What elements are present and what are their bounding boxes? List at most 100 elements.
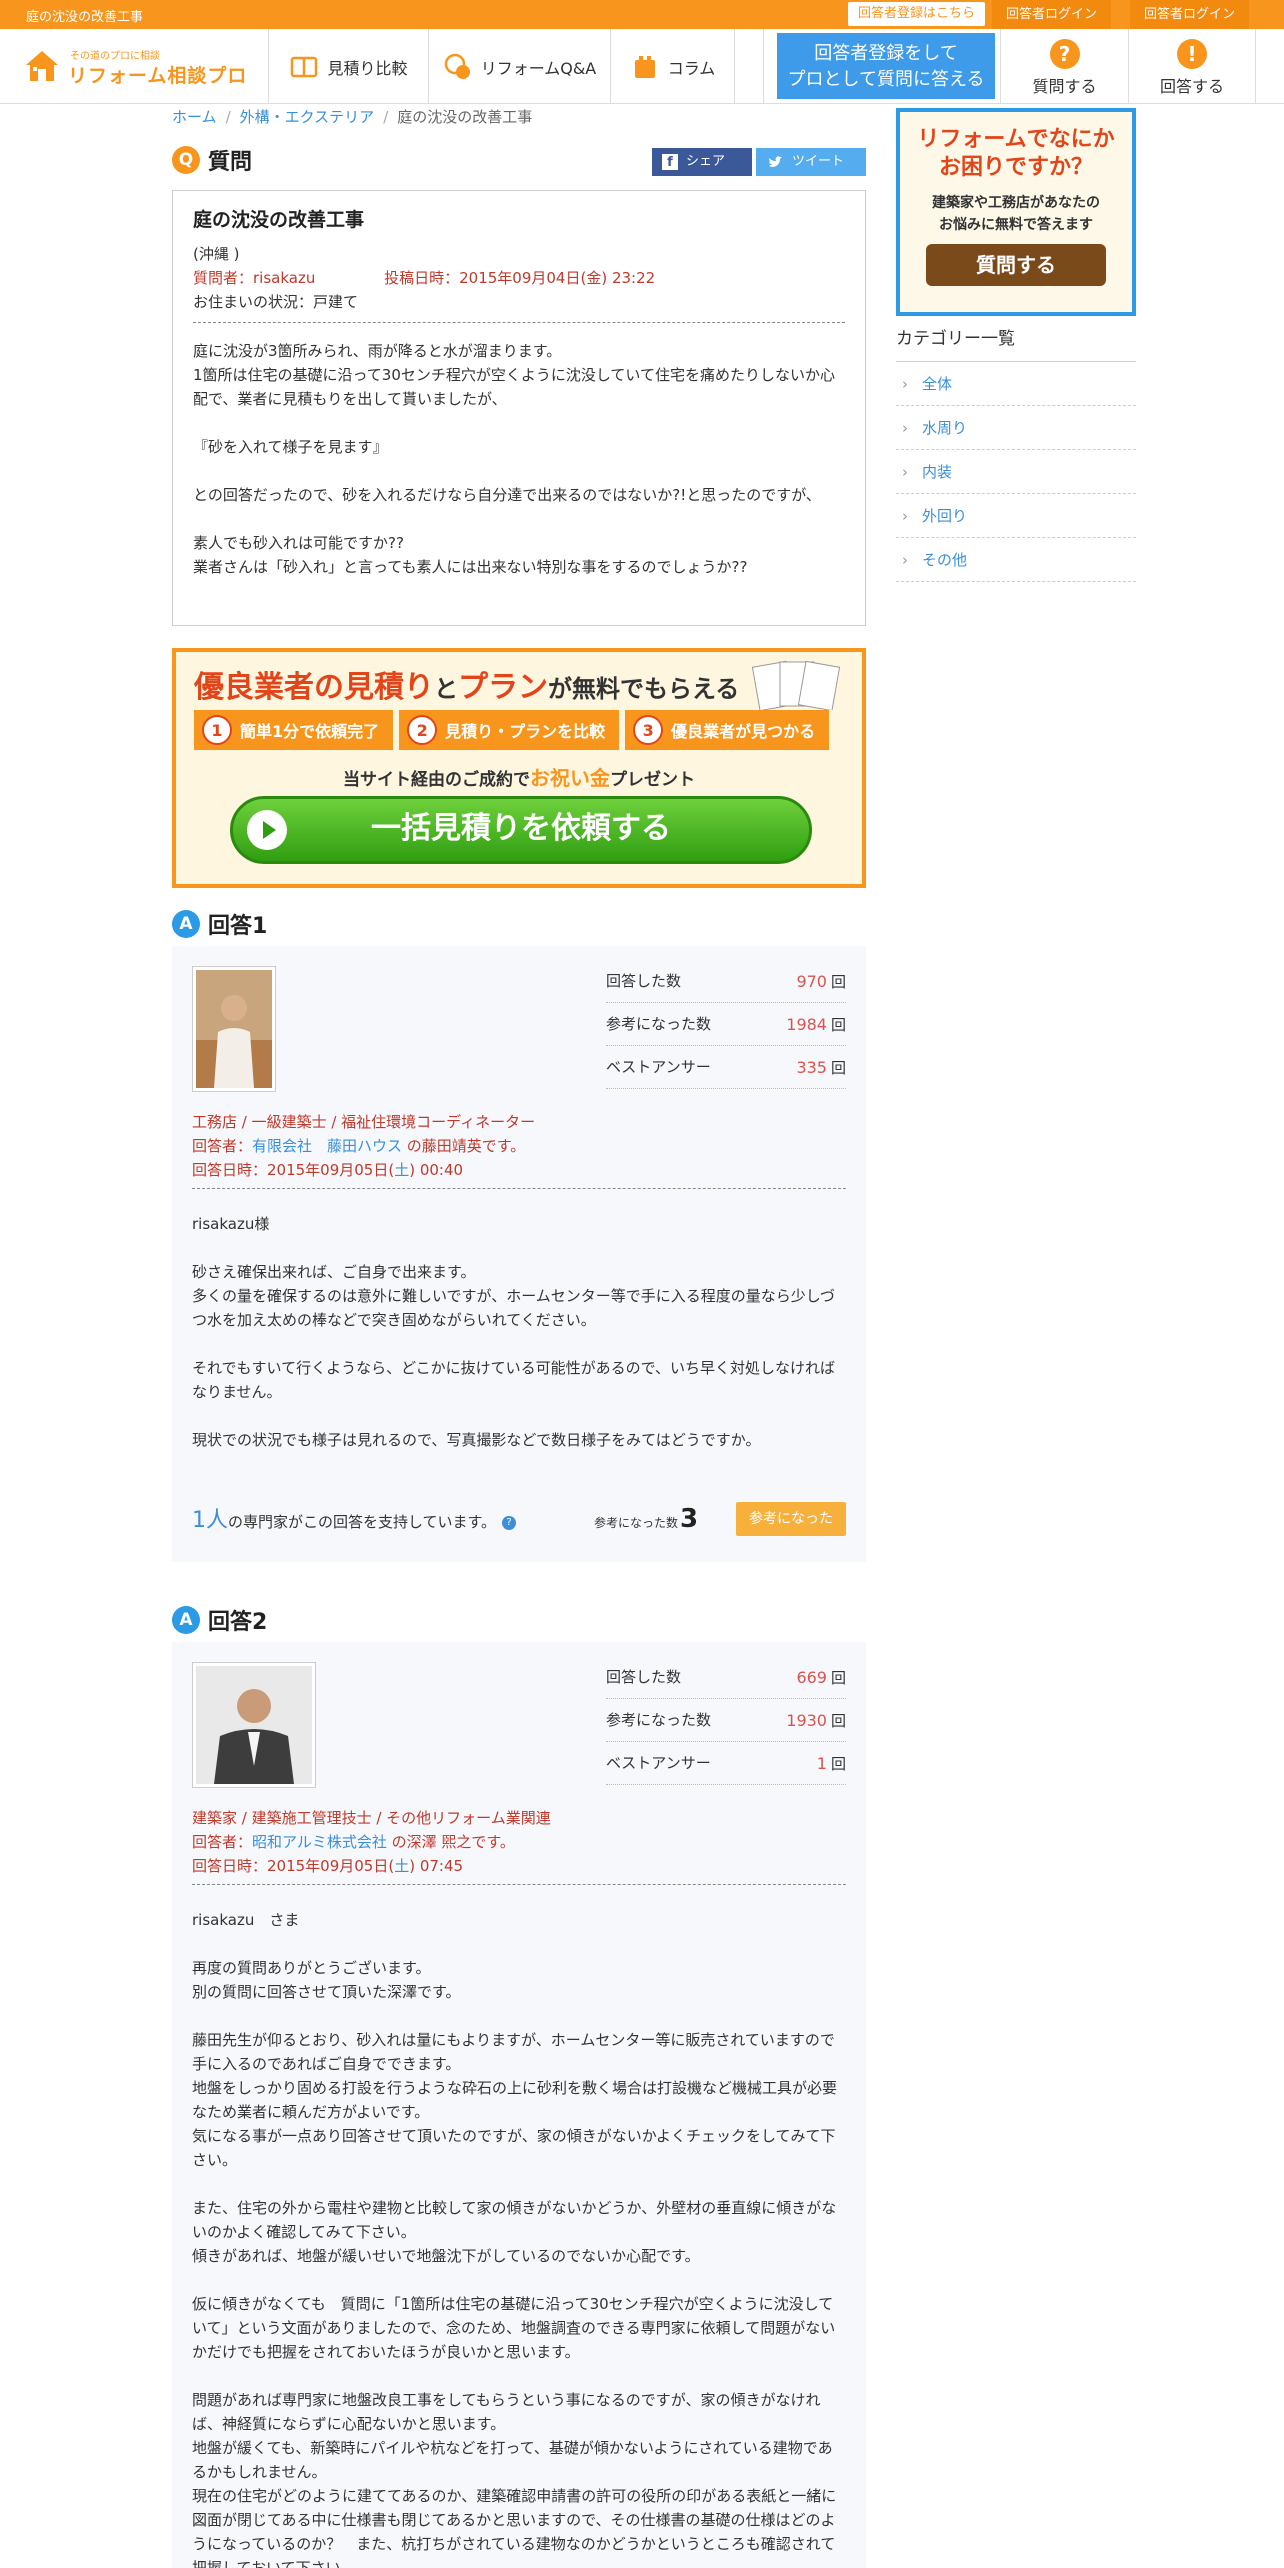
banner-steps: 1 簡単1分で依頼完了 2 見積り・プランを比較 3 優良業者が見つかる xyxy=(194,710,830,750)
answer-1-box: 回答した数 970 回 参考になった数 1984 回 ベストアンサー 335 回 工務店 /… xyxy=(172,946,866,1562)
site-page-title: 庭の沈没の改善工事 xyxy=(26,10,144,25)
answer-1-body: risakazu様 砂さえ確保出来れば、ご自身で出来ます。 多くの量を確保するの… xyxy=(192,1215,836,1449)
cta-line-2: プロとして質問に答える xyxy=(787,69,985,90)
document-stack-icon xyxy=(751,660,841,710)
banner-step-2: 2 見積り・プランを比較 xyxy=(399,710,620,750)
category-item-all[interactable]: 全体 xyxy=(896,362,1136,406)
responder-2-profession: 建築家 / 建築施工管理技士 / その他リフォーム業関連 xyxy=(192,1809,551,1827)
breadcrumb-home[interactable]: ホーム xyxy=(172,108,217,126)
top-bar: 庭の沈没の改善工事 回答者登録はこちら 回答者ログイン 回答者ログイン xyxy=(0,0,1284,29)
ask-question-label: 質問する xyxy=(1032,77,1097,96)
answer-button[interactable]: ! 回答する xyxy=(1128,29,1256,104)
nav-estimate-label: 見積り比較 xyxy=(327,58,408,78)
answer-2-header: A 回答2 xyxy=(172,1604,267,1636)
booklet-icon xyxy=(291,56,318,77)
bulk-estimate-button[interactable]: 一括見積りを依頼する xyxy=(230,796,812,864)
responder-2-company-link[interactable]: 昭和アルミ株式会社 xyxy=(252,1833,387,1851)
question-section-title: 質問 xyxy=(208,150,253,175)
a-badge-icon: A xyxy=(172,910,200,938)
responder-login-link[interactable]: 回答者ログイン xyxy=(992,0,1112,29)
stat-answers: 回答した数 970 回 xyxy=(606,960,846,1003)
responder-2-info: 建築家 / 建築施工管理技士 / その他リフォーム業関連 回答者：昭和アルミ株式… xyxy=(192,1806,846,1885)
sidebar-ask-ad[interactable]: リフォームでなにか お困りですか？ 建築家や工務店があなたの お悩みに無料で答えます… xyxy=(896,108,1136,316)
ask-question-button[interactable]: ? 質問する xyxy=(1000,29,1128,104)
cta-line-1: 回答者登録をして xyxy=(814,43,958,64)
answer-2-title: 回答2 xyxy=(208,1610,268,1635)
banner-gift-text: 当サイト経由のご成約でお祝い金プレゼント xyxy=(343,766,695,790)
question-meta-row: 質問者：risakazu 投稿日時：2015年09月04日(金) 23:22 xyxy=(193,266,845,290)
column-icon xyxy=(634,55,655,78)
nav-divider xyxy=(734,29,764,104)
become-responder-button[interactable]: 回答者登録をして プロとして質問に答える xyxy=(777,33,995,99)
responder-1-stats: 回答した数 970 回 参考になった数 1984 回 ベストアンサー 335 回 xyxy=(606,960,846,1089)
facebook-icon: f xyxy=(662,154,678,170)
estimate-banner[interactable]: 優良業者の見積りとプランが無料でもらえる 1 簡単1分で依頼完了 2 見積り・プラン… xyxy=(172,648,866,888)
answer-1-header: A 回答1 xyxy=(172,908,267,940)
sidebar-ask-button[interactable]: 質問する xyxy=(926,244,1106,286)
responder-portrait-icon xyxy=(196,970,272,1088)
banner-step-1: 1 簡単1分で依頼完了 xyxy=(194,710,394,750)
stat-best-answer: ベストアンサー 335 回 xyxy=(606,1046,846,1089)
register-link[interactable]: 回答者登録はこちら xyxy=(848,2,986,26)
help-icon[interactable]: ? xyxy=(502,1515,517,1530)
divider xyxy=(192,1884,846,1885)
twitter-share-label: ツイート xyxy=(792,154,845,169)
responder-2-photo[interactable] xyxy=(192,1662,316,1788)
divider xyxy=(192,1188,846,1189)
divider xyxy=(193,322,845,323)
qa-icon xyxy=(444,53,470,79)
logo-name: リフォーム相談プロ xyxy=(68,65,248,87)
play-icon xyxy=(247,810,287,850)
stat-helpful: 参考になった数 1930 回 xyxy=(606,1699,846,1742)
logo-tagline: その道のプロに相談 xyxy=(70,51,160,62)
twitter-share-button[interactable]: ツイート xyxy=(756,148,866,176)
question-residence: お住まいの状況：戸建て xyxy=(193,293,359,311)
answer-2-box: 回答した数 669 回 参考になった数 1930 回 ベストアンサー 1 回 建築家 / 建… xyxy=(172,1642,866,2568)
nav-estimate-compare[interactable]: 見積り比較 xyxy=(268,29,428,104)
banner-headline: 優良業者の見積りとプランが無料でもらえる xyxy=(194,670,740,705)
a-badge-icon: A xyxy=(172,1606,200,1634)
stat-answers: 回答した数 669 回 xyxy=(606,1656,846,1699)
answer-1-date: 回答日時：2015年09月05日(土) 00:40 xyxy=(192,1161,464,1179)
responder-1-name: 回答者：有限会社 藤田ハウス の藤田靖英です。 xyxy=(192,1137,526,1155)
support-count[interactable]: 1人 xyxy=(192,1508,228,1533)
category-item-other[interactable]: その他 xyxy=(896,538,1136,582)
nav-column[interactable]: コラム xyxy=(610,29,734,104)
nav-qa-label: リフォームQ&A xyxy=(480,58,597,78)
responder-2-stats: 回答した数 669 回 参考になった数 1930 回 ベストアンサー 1 回 xyxy=(606,1656,846,1785)
responder-1-profession: 工務店 / 一級建築士 / 福祉住環境コーディネーター xyxy=(192,1113,536,1131)
facebook-share-button[interactable]: f シェア xyxy=(652,148,752,176)
category-item-exterior[interactable]: 外回り xyxy=(896,494,1136,538)
nav-column-label: コラム xyxy=(667,58,716,78)
question-posted-date: 投稿日時：2015年09月04日(金) 23:22 xyxy=(384,269,656,287)
banner-step-3: 3 優良業者が見つかる xyxy=(625,710,830,750)
category-item-water[interactable]: 水周り xyxy=(896,406,1136,450)
question-mark-icon: ? xyxy=(1049,39,1080,69)
question-box: 庭の沈没の改善工事 (沖縄 ) 質問者：risakazu 投稿日時：2015年0… xyxy=(172,190,866,626)
house-logo-icon xyxy=(26,51,58,81)
helpful-button[interactable]: 参考になった xyxy=(736,1502,846,1536)
answer-2-date: 回答日時：2015年09月05日(土) 07:45 xyxy=(192,1857,464,1875)
sidebar-ad-subtext: 建築家や工務店があなたの お悩みに無料で答えます xyxy=(932,195,1100,233)
sidebar-ad-headline: リフォームでなにか お困りですか？ xyxy=(917,127,1115,180)
responder-1-company-link[interactable]: 有限会社 藤田ハウス xyxy=(252,1137,402,1155)
category-item-interior[interactable]: 内装 xyxy=(896,450,1136,494)
answer-1-support: 1人の専門家がこの回答を支持しています。? xyxy=(192,1502,517,1534)
category-list-title: カテゴリー一覧 xyxy=(896,324,1136,362)
answer-label: 回答する xyxy=(1159,77,1224,96)
answer-1-helped-count: 参考になった数3 xyxy=(594,1504,699,1534)
responder-portrait-icon xyxy=(196,1666,312,1784)
exclamation-icon: ! xyxy=(1177,39,1207,69)
site-logo[interactable]: その道のプロに相談 リフォーム相談プロ xyxy=(24,47,254,87)
category-list: 全体 水周り 内装 外回り その他 xyxy=(896,362,1136,582)
breadcrumb-exterior[interactable]: 外構・エクステリア xyxy=(240,108,375,126)
answer-2-body: risakazu さま 再度の質問ありがとうございます。 別の質問に回答させて頂… xyxy=(192,1911,838,2568)
bulk-estimate-label: 一括見積りを依頼する xyxy=(371,811,671,846)
question-asker: 質問者：risakazu xyxy=(193,269,316,287)
responder-login-link-2[interactable]: 回答者ログイン xyxy=(1130,0,1250,29)
question-title: 庭の沈没の改善工事 xyxy=(193,209,365,231)
responder-1-info: 工務店 / 一級建築士 / 福祉住環境コーディネーター 回答者：有限会社 藤田ハ… xyxy=(192,1110,846,1189)
nav-qa[interactable]: リフォームQ&A xyxy=(428,29,610,104)
breadcrumb-current: 庭の沈没の改善工事 xyxy=(397,108,533,126)
responder-1-photo[interactable] xyxy=(192,966,276,1092)
